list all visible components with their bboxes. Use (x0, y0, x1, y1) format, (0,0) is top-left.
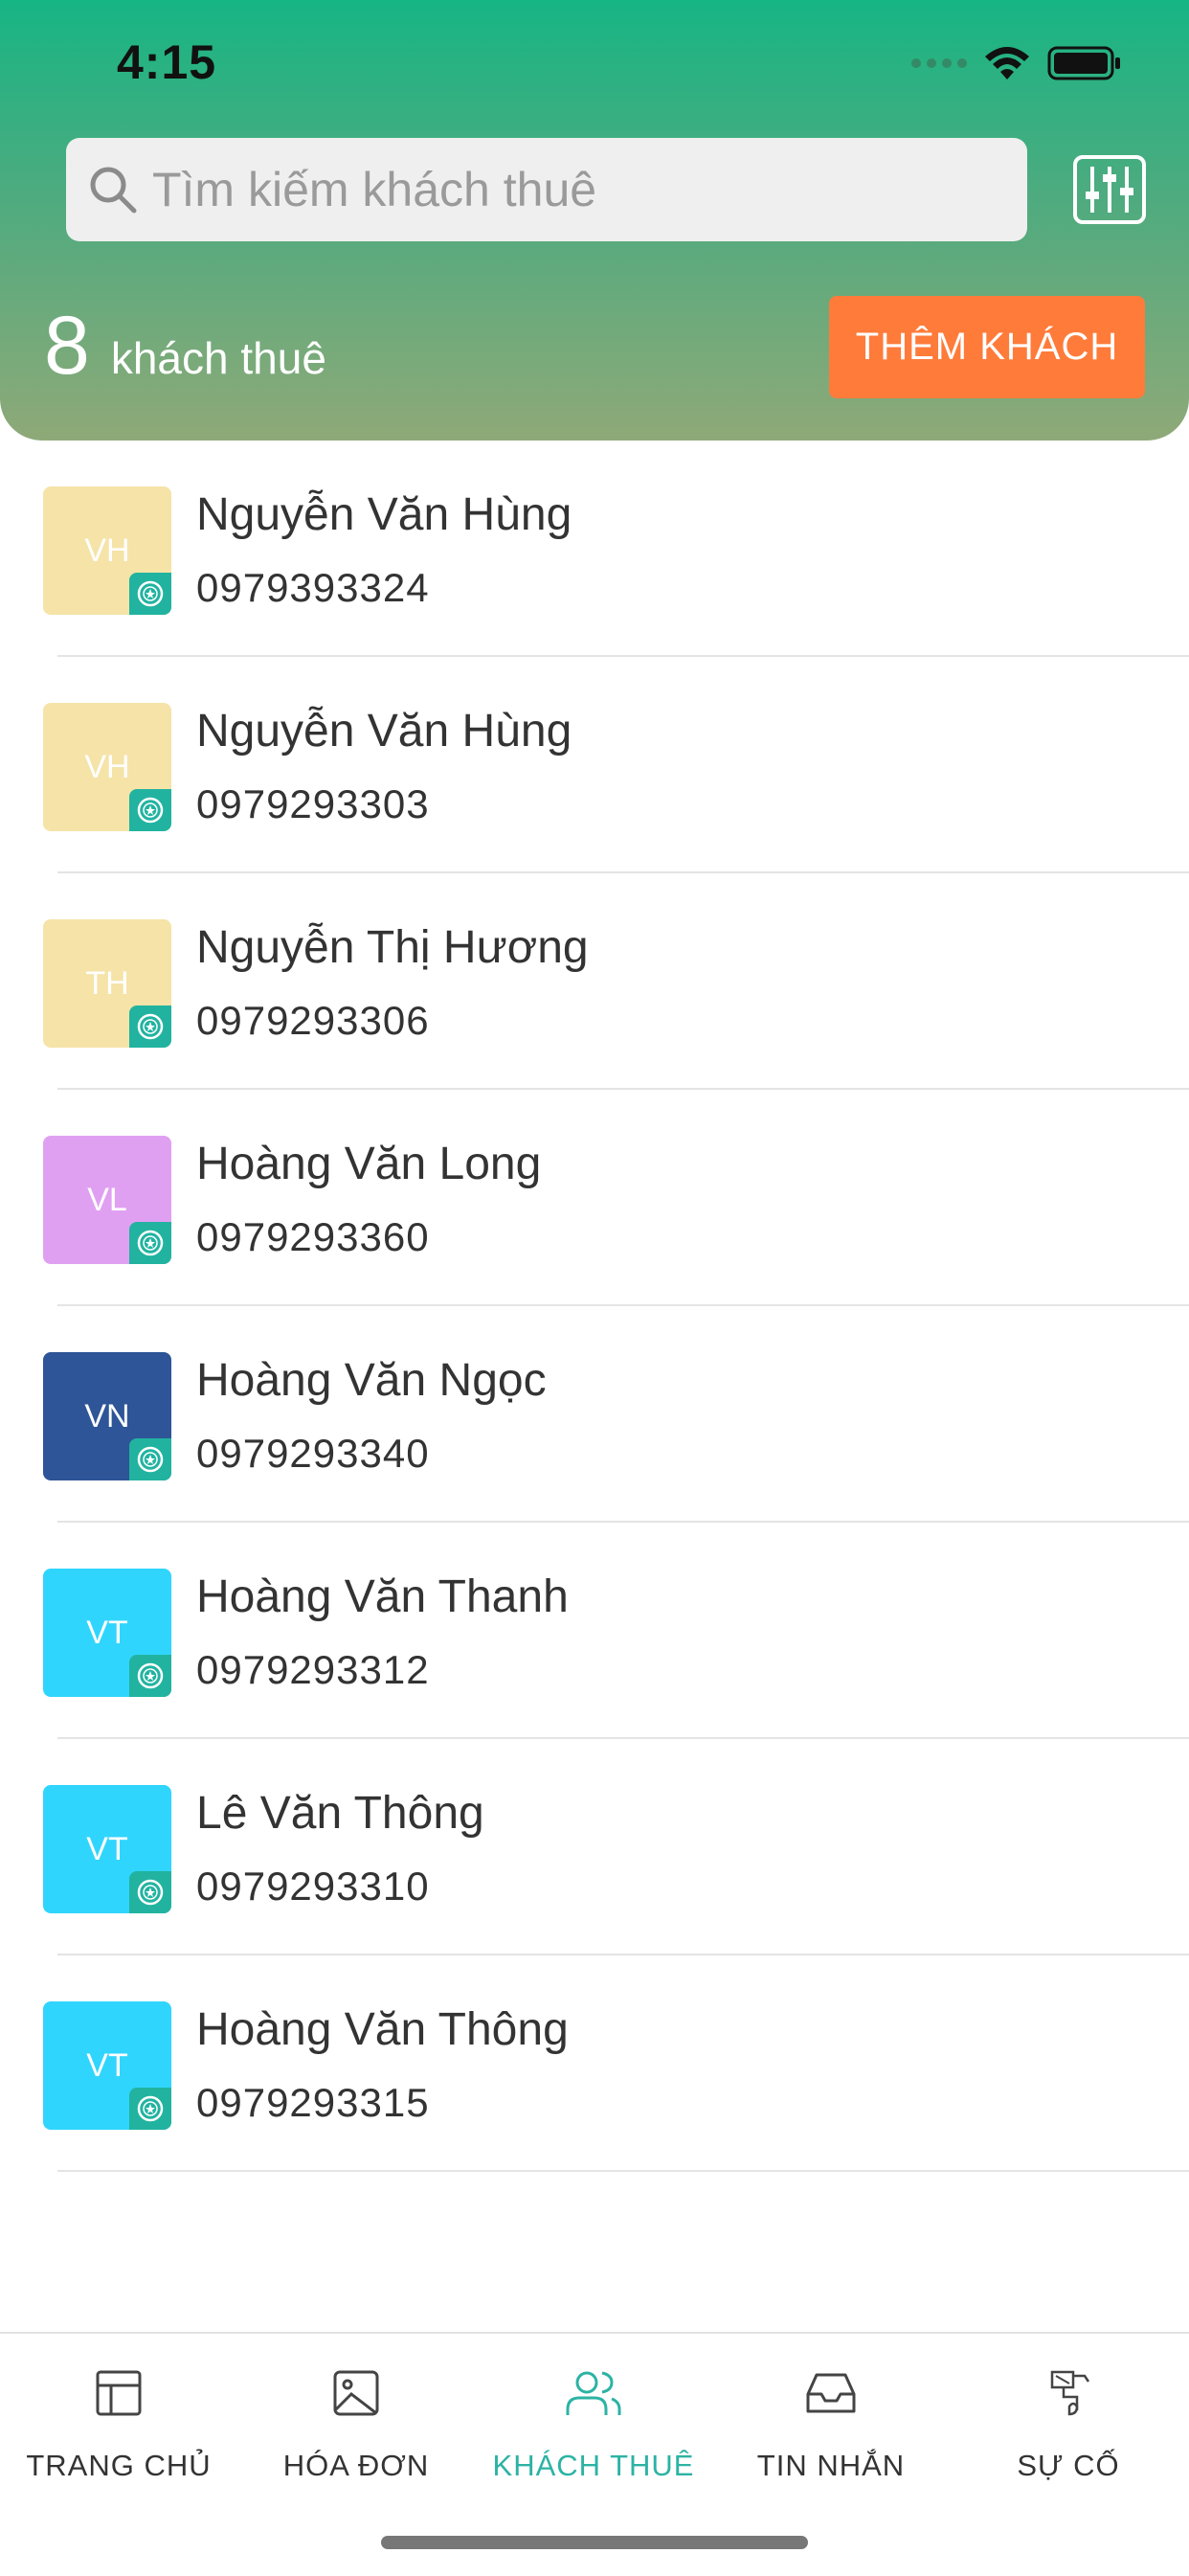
header: 4:15 Tìm kiếm khách thuê 8 khách thuê TH… (0, 0, 1189, 441)
tenant-name: Nguyễn Văn Hùng (196, 706, 572, 757)
status-time: 4:15 (117, 35, 217, 89)
tenant-phone: 0979293360 (196, 1214, 430, 1259)
avatar: VL (43, 1136, 171, 1264)
tenant-phone: 0979293310 (196, 1864, 430, 1909)
add-tenant-button[interactable]: THÊM KHÁCH (829, 296, 1145, 398)
home-indicator[interactable] (381, 2536, 808, 2549)
tenant-name: Nguyễn Thị Hương (196, 922, 589, 973)
tenant-row[interactable]: VT Lê Văn Thông 0979293310 (0, 1739, 1189, 1955)
avatar-initials: VH (84, 531, 130, 569)
verified-badge-icon (129, 1438, 171, 1480)
signal-icon (911, 58, 967, 68)
image-icon (237, 2362, 475, 2424)
tab-hóa-đơn[interactable]: HÓA ĐƠN (237, 2362, 475, 2483)
avatar: VT (43, 1569, 171, 1697)
tenant-name: Lê Văn Thông (196, 1788, 484, 1839)
search-icon (90, 167, 137, 214)
avatar: VH (43, 703, 171, 831)
tab-label: SỰ CỐ (1017, 2449, 1120, 2482)
verified-badge-icon (129, 573, 171, 615)
inbox-icon (712, 2362, 950, 2424)
search-placeholder: Tìm kiếm khách thuê (152, 163, 597, 216)
tenant-row[interactable]: VN Hoàng Văn Ngọc 0979293340 (0, 1306, 1189, 1523)
avatar: VT (43, 2001, 171, 2130)
tenant-row[interactable]: VT Hoàng Văn Thông 0979293315 (0, 1955, 1189, 2172)
tenant-count-label: khách thuê (110, 333, 326, 383)
tenant-row[interactable]: VH Nguyễn Văn Hùng 0979393324 (0, 441, 1189, 657)
tenant-name: Hoàng Văn Thanh (196, 1571, 569, 1622)
layout-icon (0, 2362, 237, 2424)
filter-sliders-icon[interactable] (1073, 155, 1146, 224)
tenant-list: VH Nguyễn Văn Hùng 0979393324 VH Nguyễn … (0, 441, 1189, 2172)
tenant-count: 8 khách thuê (44, 299, 326, 394)
verified-badge-icon (129, 1222, 171, 1264)
avatar-initials: VT (86, 1614, 128, 1651)
verified-badge-icon (129, 2088, 171, 2130)
users-icon (475, 2362, 712, 2424)
tenant-phone: 0979293340 (196, 1431, 430, 1476)
tenant-name: Hoàng Văn Long (196, 1139, 542, 1189)
verified-badge-icon (129, 1006, 171, 1048)
avatar: VT (43, 1785, 171, 1913)
avatar: TH (43, 919, 171, 1048)
row-divider (57, 2170, 1189, 2172)
verified-badge-icon (129, 789, 171, 831)
avatar: VN (43, 1352, 171, 1480)
tenant-count-number: 8 (44, 300, 90, 392)
avatar-initials: VH (84, 748, 130, 785)
tenant-phone: 0979393324 (196, 565, 430, 610)
tab-trang-chủ[interactable]: TRANG CHỦ (0, 2362, 237, 2483)
tab-tin-nhắn[interactable]: TIN NHẮN (712, 2362, 950, 2483)
verified-badge-icon (129, 1655, 171, 1697)
tool-icon (950, 2362, 1187, 2424)
battery-icon (1047, 46, 1120, 80)
avatar-initials: VN (84, 1397, 130, 1435)
tab-sự-cố[interactable]: SỰ CỐ (950, 2362, 1187, 2483)
tenant-row[interactable]: VT Hoàng Văn Thanh 0979293312 (0, 1523, 1189, 1739)
tenant-row[interactable]: TH Nguyễn Thị Hương 0979293306 (0, 873, 1189, 1090)
avatar-initials: VL (87, 1181, 127, 1218)
tab-label: KHÁCH THUÊ (492, 2449, 695, 2482)
tenant-phone: 0979293303 (196, 781, 430, 826)
tab-label: HÓA ĐƠN (282, 2449, 430, 2482)
status-icons (911, 42, 1122, 84)
tenant-phone: 0979293315 (196, 2080, 430, 2125)
avatar-initials: TH (85, 964, 129, 1002)
avatar-initials: VT (86, 2046, 128, 2084)
tenant-phone: 0979293306 (196, 998, 430, 1043)
tenant-row[interactable]: VH Nguyễn Văn Hùng 0979293303 (0, 657, 1189, 873)
tenant-row[interactable]: VL Hoàng Văn Long 0979293360 (0, 1090, 1189, 1306)
wifi-icon (985, 47, 1029, 79)
tenant-name: Hoàng Văn Thông (196, 2004, 569, 2055)
verified-badge-icon (129, 1871, 171, 1913)
tab-khách-thuê[interactable]: KHÁCH THUÊ (475, 2362, 712, 2483)
tab-label: TIN NHẮN (756, 2449, 906, 2482)
search-input[interactable]: Tìm kiếm khách thuê (66, 138, 1027, 241)
avatar-initials: VT (86, 1830, 128, 1867)
tenant-name: Hoàng Văn Ngọc (196, 1355, 547, 1406)
tab-label: TRANG CHỦ (26, 2449, 212, 2482)
tenant-name: Nguyễn Văn Hùng (196, 489, 572, 540)
tenant-phone: 0979293312 (196, 1647, 430, 1692)
avatar: VH (43, 486, 171, 615)
